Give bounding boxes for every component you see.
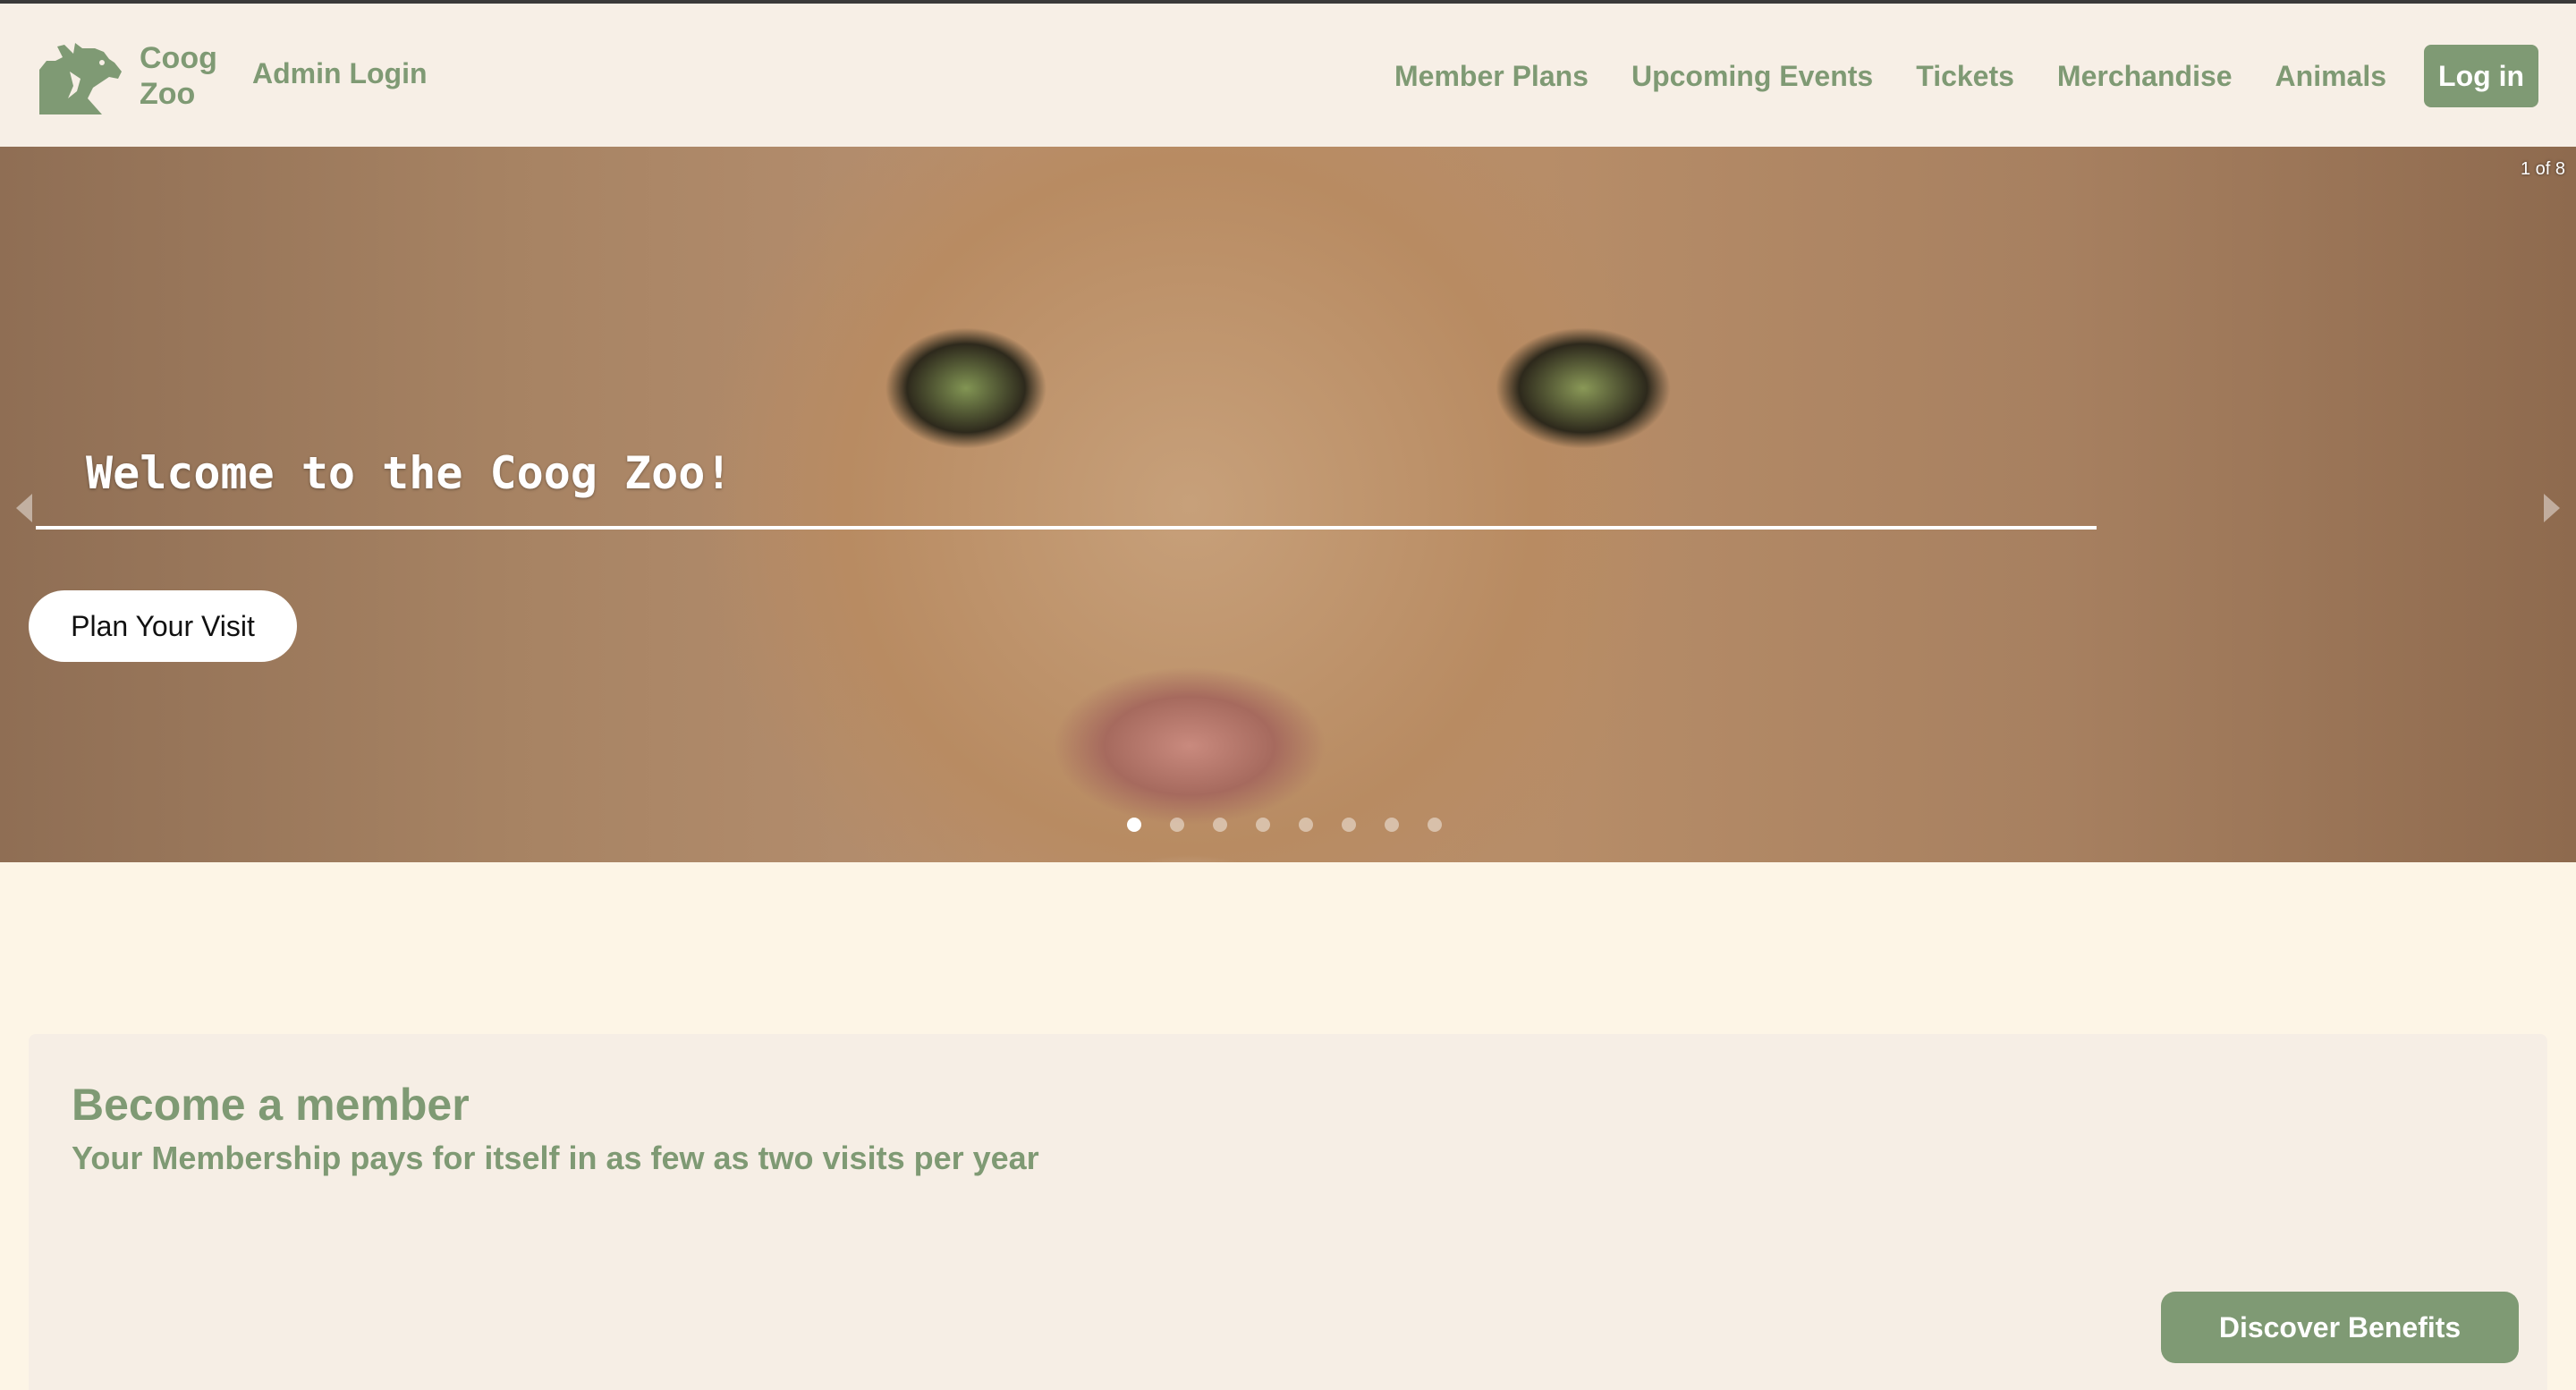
carousel-dot[interactable]	[1213, 818, 1227, 832]
brand-line-2: Zoo	[140, 77, 196, 111]
nav-animals[interactable]: Animals	[2275, 45, 2386, 107]
discover-benefits-button[interactable]: Discover Benefits	[2161, 1292, 2519, 1363]
chevron-left-icon[interactable]	[16, 494, 32, 522]
nav-tickets[interactable]: Tickets	[1916, 45, 2014, 107]
admin-login-link[interactable]: Admin Login	[252, 57, 428, 90]
carousel-dot[interactable]	[1342, 818, 1356, 832]
carousel-dot[interactable]	[1170, 818, 1184, 832]
brand-name: Coog Zoo	[140, 40, 217, 112]
hero-divider	[36, 526, 2097, 530]
brand[interactable]: Coog Zoo	[38, 36, 217, 116]
carousel-dot[interactable]	[1299, 818, 1313, 832]
navbar: Coog Zoo Admin Login Member Plans Upcomi…	[0, 4, 2576, 147]
membership-subtitle: Your Membership pays for itself in as fe…	[72, 1140, 1039, 1176]
carousel-dot[interactable]	[1428, 818, 1442, 832]
nav-member-plans[interactable]: Member Plans	[1394, 45, 1589, 107]
main-nav: Member Plans Upcoming Events Tickets Mer…	[1352, 45, 2538, 107]
carousel-dot[interactable]	[1256, 818, 1270, 832]
carousel-dots	[1127, 818, 1470, 832]
nav-upcoming-events[interactable]: Upcoming Events	[1631, 45, 1873, 107]
membership-title: Become a member	[72, 1080, 470, 1130]
hero-carousel: 1 of 8 Welcome to the Coog Zoo! Plan You…	[0, 147, 2576, 862]
plan-visit-button[interactable]: Plan Your Visit	[29, 590, 297, 662]
login-button[interactable]: Log in	[2424, 45, 2538, 107]
hero-title: Welcome to the Coog Zoo!	[86, 447, 733, 499]
cougar-logo-icon	[39, 43, 122, 114]
carousel-dot[interactable]	[1385, 818, 1399, 832]
carousel-dot[interactable]	[1127, 818, 1141, 832]
slide-counter: 1 of 8	[2520, 159, 2565, 179]
nav-merchandise[interactable]: Merchandise	[2057, 45, 2233, 107]
brand-line-1: Coog	[140, 41, 217, 75]
chevron-right-icon[interactable]	[2544, 494, 2560, 522]
membership-card: Become a member Your Membership pays for…	[29, 1034, 2547, 1390]
